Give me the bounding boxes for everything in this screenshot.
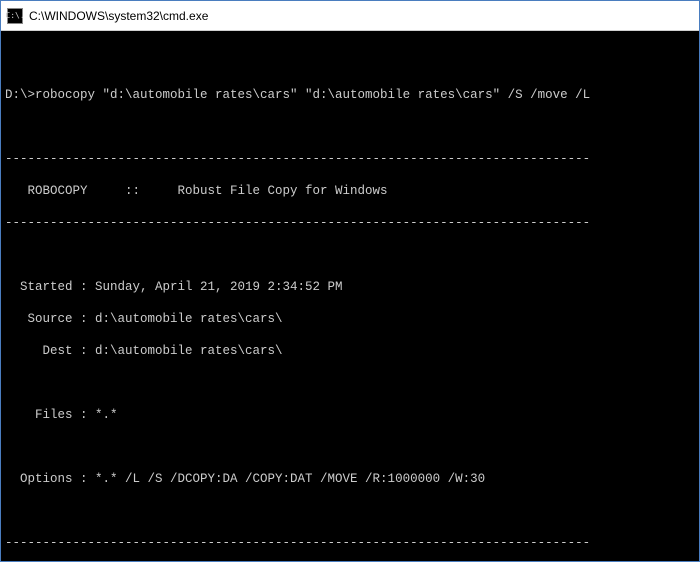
window-title: C:\WINDOWS\system32\cmd.exe — [29, 9, 208, 23]
divider: ----------------------------------------… — [5, 215, 695, 231]
blank-line — [5, 503, 695, 519]
blank-line — [5, 247, 695, 263]
files-line: Files : *.* — [5, 407, 695, 423]
terminal-output[interactable]: D:\>robocopy "d:\automobile rates\cars" … — [1, 31, 699, 561]
started-line: Started : Sunday, April 21, 2019 2:34:52… — [5, 279, 695, 295]
divider: ----------------------------------------… — [5, 535, 695, 551]
cmd-window: C:\. C:\WINDOWS\system32\cmd.exe D:\>rob… — [0, 0, 700, 562]
source-line: Source : d:\automobile rates\cars\ — [5, 311, 695, 327]
cmd-icon: C:\. — [7, 8, 23, 24]
blank-line — [5, 375, 695, 391]
blank-line — [5, 119, 695, 135]
prompt-command: D:\>robocopy "d:\automobile rates\cars" … — [5, 87, 695, 103]
options-line: Options : *.* /L /S /DCOPY:DA /COPY:DAT … — [5, 471, 695, 487]
divider: ----------------------------------------… — [5, 151, 695, 167]
dest-line: Dest : d:\automobile rates\cars\ — [5, 343, 695, 359]
title-bar[interactable]: C:\. C:\WINDOWS\system32\cmd.exe — [1, 1, 699, 31]
robocopy-banner: ROBOCOPY :: Robust File Copy for Windows — [5, 183, 695, 199]
blank-line — [5, 55, 695, 71]
blank-line — [5, 439, 695, 455]
